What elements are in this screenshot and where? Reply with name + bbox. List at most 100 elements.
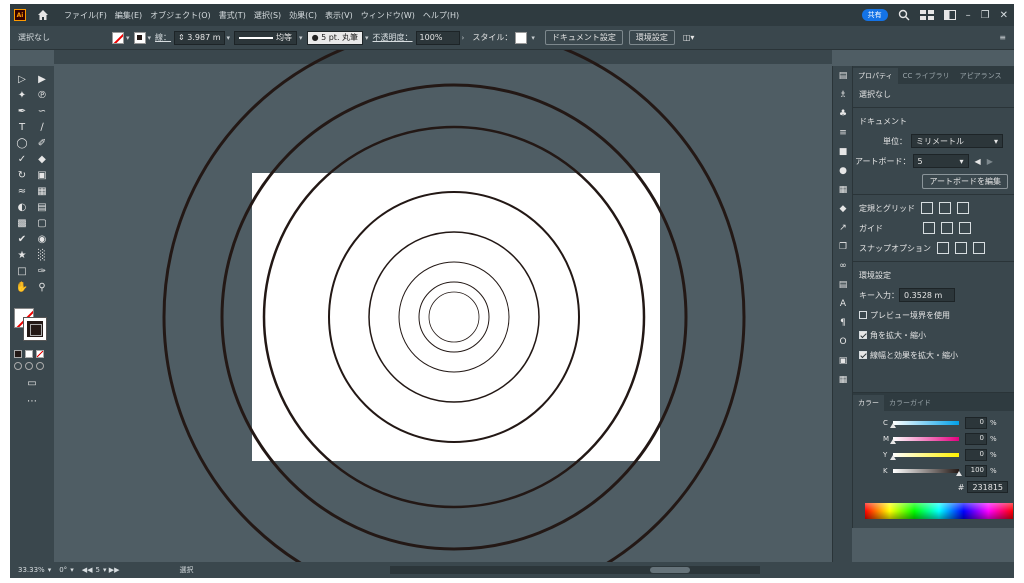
opacity-label[interactable]: 不透明度： xyxy=(373,32,413,43)
chevron-down-icon[interactable]: ▾ xyxy=(148,34,152,42)
stroke-weight-field[interactable]: ⇕ 3.987 m xyxy=(174,30,225,45)
slider-thumb[interactable] xyxy=(956,471,962,476)
menu-item-4[interactable]: 選択(S) xyxy=(254,10,281,21)
grid-icon[interactable] xyxy=(939,202,951,214)
stroke-panel-icon[interactable]: ≡ xyxy=(833,123,853,142)
type-tool-icon[interactable]: T xyxy=(12,120,32,134)
fill-swatch[interactable] xyxy=(112,31,124,44)
snap-to-pixel-icon[interactable] xyxy=(955,242,967,254)
artboard-tool-icon[interactable]: □ xyxy=(12,264,32,278)
channel-slider[interactable] xyxy=(890,421,959,428)
chevron-down-icon[interactable]: ▾ xyxy=(365,34,369,42)
character-panel-icon[interactable]: A xyxy=(833,294,853,313)
gradient-mode-icon[interactable] xyxy=(25,350,33,358)
chevron-down-icon[interactable]: ▾ xyxy=(299,34,303,42)
artboard-navigator[interactable]: ◀◀ 5 ▾ ▶▶ xyxy=(82,566,120,574)
channel-slider[interactable] xyxy=(893,469,962,476)
stroke-label[interactable]: 線： xyxy=(155,32,171,43)
share-button[interactable]: 共有 xyxy=(861,9,888,21)
magic-wand-tool-icon[interactable]: ✦ xyxy=(12,88,32,102)
menu-item-7[interactable]: ウィンドウ(W) xyxy=(361,10,415,21)
properties-tab-0[interactable]: プロパティ xyxy=(853,68,898,84)
edit-artboards-button[interactable]: アートボードを編集 xyxy=(922,173,1008,189)
units-select[interactable]: ミリメートル ▾ xyxy=(911,134,1003,148)
rotation-field[interactable]: 0° ▾ xyxy=(59,566,73,574)
lasso-tool-icon[interactable]: ℗ xyxy=(32,88,52,102)
horizontal-scrollbar[interactable] xyxy=(390,566,760,574)
key-increment-field[interactable]: 0.3528 m xyxy=(899,288,955,302)
snap-to-point-icon[interactable] xyxy=(937,242,949,254)
none-mode-icon[interactable] xyxy=(36,350,44,358)
next-artboard-icon[interactable]: ▶ xyxy=(987,157,993,166)
properties-tab-2[interactable]: アピアランス xyxy=(955,68,1007,84)
smart-guides-icon[interactable] xyxy=(959,222,971,234)
stroke-swatch[interactable] xyxy=(133,31,146,44)
menu-item-6[interactable]: 表示(V) xyxy=(325,10,353,21)
scale-strokes-row[interactable]: 線幅と効果を拡大・縮小 xyxy=(853,345,1014,365)
restore-icon[interactable]: ❐ xyxy=(981,10,990,21)
graphic-style-swatch[interactable] xyxy=(515,31,528,44)
draw-behind-icon[interactable] xyxy=(25,362,33,370)
direct-selection-tool-icon[interactable]: ▶ xyxy=(32,72,52,86)
chevron-down-icon[interactable]: ▾ xyxy=(531,34,535,42)
shape-builder-tool-icon[interactable]: ◐ xyxy=(12,200,32,214)
shaper-tool-icon[interactable]: ✓ xyxy=(12,152,32,166)
selection-tool-icon[interactable]: ▷ xyxy=(12,72,32,86)
slider-thumb[interactable] xyxy=(890,439,896,444)
channel-value[interactable]: 100 xyxy=(965,465,987,477)
color-spectrum[interactable] xyxy=(865,503,1013,519)
close-icon[interactable]: ✕ xyxy=(1000,10,1008,21)
warp-tool-icon[interactable]: ≈ xyxy=(12,184,32,198)
menu-item-2[interactable]: オブジェクト(O) xyxy=(150,10,211,21)
channel-slider[interactable] xyxy=(890,453,959,460)
hex-field[interactable]: 231815 xyxy=(967,481,1008,493)
layers-panel-icon[interactable]: ▤ xyxy=(833,66,853,85)
scrollbar-thumb[interactable] xyxy=(650,567,690,573)
scale-tool-icon[interactable]: ▣ xyxy=(32,168,52,182)
menu-item-1[interactable]: 編集(E) xyxy=(115,10,142,21)
menu-item-0[interactable]: ファイル(F) xyxy=(64,10,107,21)
workspace-icon[interactable] xyxy=(919,10,934,20)
mesh-tool-icon[interactable]: ▩ xyxy=(12,216,32,230)
menu-item-3[interactable]: 書式(T) xyxy=(219,10,246,21)
curvature-tool-icon[interactable]: ∽ xyxy=(32,104,52,118)
gradient-panel-icon[interactable]: ■ xyxy=(833,142,853,161)
symbols-panel-icon[interactable]: ♣ xyxy=(833,104,853,123)
puppet-warp-icon[interactable]: ♗ xyxy=(833,85,853,104)
perspective-grid-tool-icon[interactable]: ▤ xyxy=(32,200,52,214)
hand-tool-icon[interactable]: ✋ xyxy=(12,280,32,294)
color-tab-0[interactable]: カラー xyxy=(853,395,884,411)
ellipse-tool-icon[interactable]: ◯ xyxy=(12,136,32,150)
zoom-tool-icon[interactable]: ⚲ xyxy=(32,280,52,294)
pen-tool-icon[interactable]: ✒ xyxy=(12,104,32,118)
blend-tool-icon[interactable]: ◉ xyxy=(32,232,52,246)
screen-mode-icon[interactable]: ▭ xyxy=(22,376,42,390)
links-panel-icon[interactable]: ∞ xyxy=(833,256,853,275)
preview-bounds-checkbox[interactable] xyxy=(859,311,867,319)
align-panel-icon[interactable]: ▤ xyxy=(833,275,853,294)
column-graph-tool-icon[interactable]: ░ xyxy=(32,248,52,262)
document-setup-button[interactable]: ドキュメント設定 xyxy=(544,30,623,45)
show-guides-icon[interactable] xyxy=(923,222,935,234)
paintbrush-tool-icon[interactable]: ✐ xyxy=(32,136,52,150)
stroke-profile-select[interactable]: 均等 xyxy=(234,30,298,45)
slider-thumb[interactable] xyxy=(890,423,896,428)
scale-corners-checkbox[interactable] xyxy=(859,331,867,339)
channel-slider[interactable] xyxy=(890,437,959,444)
search-icon[interactable] xyxy=(898,9,910,21)
opacity-field[interactable]: 100% xyxy=(415,30,460,45)
channel-value[interactable]: 0 xyxy=(965,417,987,429)
scale-corners-row[interactable]: 角を拡大・縮小 xyxy=(853,325,1014,345)
preview-bounds-row[interactable]: プレビュー境界を使用 xyxy=(853,305,1014,325)
edit-toolbar-icon[interactable]: ⋯ xyxy=(22,394,42,408)
slider-thumb[interactable] xyxy=(890,455,896,460)
lock-guides-icon[interactable] xyxy=(941,222,953,234)
slice-tool-icon[interactable]: ✑ xyxy=(32,264,52,278)
transparency-grid-icon[interactable] xyxy=(957,202,969,214)
free-transform-tool-icon[interactable]: ▦ xyxy=(32,184,52,198)
menu-item-8[interactable]: ヘルプ(H) xyxy=(423,10,459,21)
chevron-down-icon[interactable]: ▾ xyxy=(227,34,231,42)
color-tab-1[interactable]: カラーガイド xyxy=(884,395,936,411)
line-tool-icon[interactable]: ∕ xyxy=(32,120,52,134)
draw-normal-icon[interactable] xyxy=(14,362,22,370)
